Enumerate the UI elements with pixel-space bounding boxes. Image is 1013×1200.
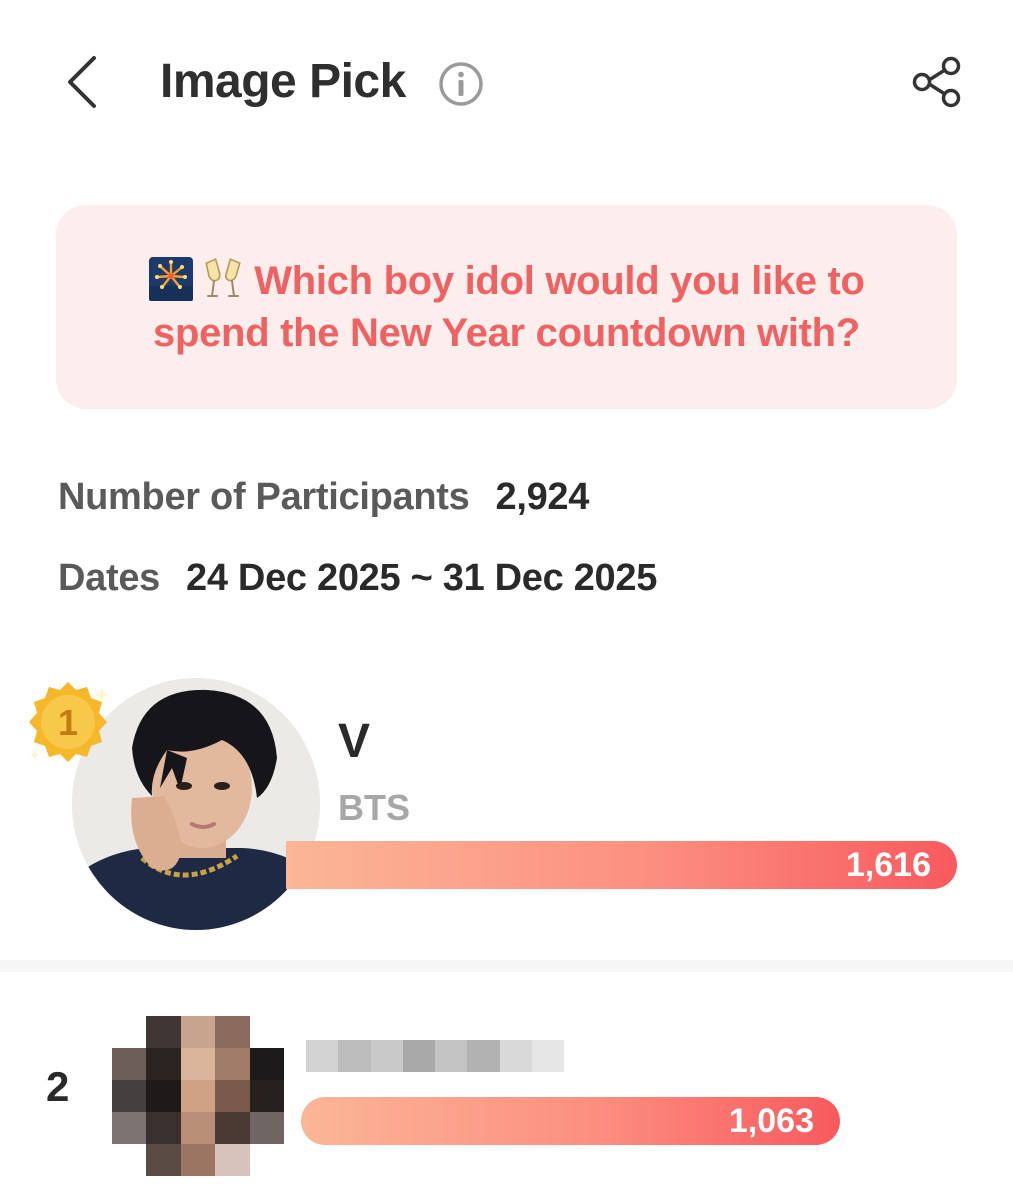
page-title: Image Pick — [160, 55, 406, 108]
vote-count: 1,063 — [728, 1102, 814, 1140]
info-button[interactable] — [438, 61, 484, 107]
participants-row: Number of Participants 2,924 — [58, 473, 589, 521]
participants-value: 2,924 — [495, 476, 590, 518]
question-container: Which boy idol would you like to spend t… — [137, 255, 877, 359]
dates-value: 24 Dec 2025 ~ 31 Dec 2025 — [186, 557, 658, 599]
participants-label: Number of Participants — [58, 476, 470, 518]
question-text: Which boy idol would you like to spend t… — [153, 259, 865, 355]
app-header: Image Pick — [0, 0, 1013, 165]
section-divider — [0, 960, 1013, 972]
chevron-left-icon — [68, 56, 96, 108]
gold-medal-icon: 1 — [29, 682, 109, 762]
vote-bar: 1,616 — [286, 841, 957, 889]
candidate-name-obscured — [306, 1040, 564, 1072]
rank-item-1[interactable]: 1 V BTS 1,616 — [0, 670, 1013, 960]
vote-bar: 1,063 — [301, 1097, 840, 1145]
candidate-group: BTS — [338, 787, 410, 828]
dates-label: Dates — [58, 557, 160, 599]
medal-rank-number: 1 — [58, 702, 78, 743]
info-icon — [439, 62, 483, 106]
clinking-glasses-emoji-icon — [205, 258, 242, 297]
share-button[interactable] — [906, 52, 968, 112]
rank-number: 2 — [46, 1063, 70, 1110]
avatar-pixelated — [112, 1016, 284, 1176]
candidate-name: V — [338, 715, 371, 768]
dates-row: Dates 24 Dec 2025 ~ 31 Dec 2025 — [58, 554, 657, 602]
vote-count: 1,616 — [845, 846, 931, 884]
fireworks-emoji-icon — [149, 257, 194, 301]
share-icon — [912, 56, 961, 108]
back-button[interactable] — [58, 52, 104, 112]
rank-item-2[interactable]: 2 1,063 — [0, 1000, 1013, 1200]
question-card: Which boy idol would you like to spend t… — [56, 205, 957, 409]
